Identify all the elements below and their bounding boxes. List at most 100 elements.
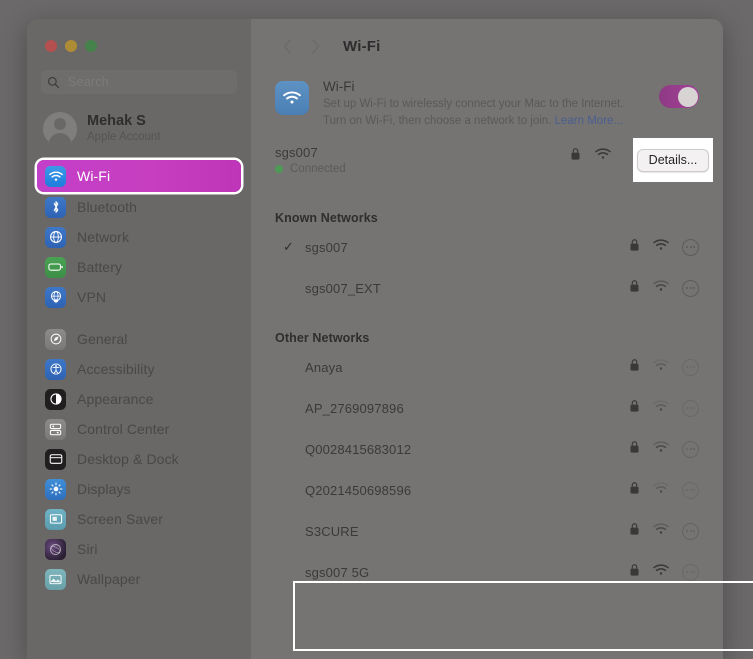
network-row[interactable]: sgs007_EXT: [275, 268, 699, 309]
wifi-signal-icon: [653, 279, 669, 297]
avatar: [43, 112, 77, 146]
general-icon: [45, 328, 66, 350]
accessibility-icon: [45, 358, 66, 380]
search-icon: [47, 76, 60, 89]
search-field[interactable]: Search: [41, 70, 237, 94]
screen: Search Mehak S Apple Account Wi-Fi Bluet…: [0, 0, 753, 659]
desktop-dock-icon: [45, 448, 66, 470]
wifi-toggle[interactable]: [659, 85, 699, 108]
wifi-signal-icon: [653, 563, 669, 581]
battery-icon: [45, 256, 66, 278]
sidebar-item-general[interactable]: General: [37, 324, 241, 354]
sidebar-item-battery[interactable]: Battery: [37, 252, 241, 282]
vpn-icon: [45, 286, 66, 308]
wifi-hero: Wi-Fi Set up Wi-Fi to wirelessly connect…: [275, 79, 699, 131]
sidebar-item-wi-fi[interactable]: Wi-Fi: [37, 160, 241, 192]
sidebar-item-label: Desktop & Dock: [77, 451, 179, 467]
close-button[interactable]: [45, 40, 57, 52]
wifi-hero-title: Wi-Fi: [323, 79, 355, 94]
maximize-button[interactable]: [85, 40, 97, 52]
lock-icon: [570, 147, 581, 166]
status-indicator-dot: [275, 164, 283, 173]
sidebar-item-wallpaper[interactable]: Wallpaper: [37, 564, 241, 594]
sidebar-item-screen-saver[interactable]: Screen Saver: [37, 504, 241, 534]
sidebar-item-siri[interactable]: Siri: [37, 534, 241, 564]
account-name: Mehak S: [87, 113, 146, 130]
network-row[interactable]: Q2021450698596: [275, 470, 699, 511]
wifi-signal-icon: [653, 481, 669, 499]
sidebar-item-label: Network: [77, 229, 130, 245]
wifi-signal-icon: [595, 147, 611, 165]
more-options-icon[interactable]: [682, 279, 699, 297]
sidebar-item-label: Wi-Fi: [77, 168, 111, 184]
more-options-icon[interactable]: [682, 358, 699, 376]
chevron-right-icon[interactable]: [303, 34, 327, 58]
wifi-signal-icon: [653, 440, 669, 458]
sidebar-item-label: Control Center: [77, 421, 170, 437]
sidebar-item-accessibility[interactable]: Accessibility: [37, 354, 241, 384]
lock-icon: [629, 481, 640, 500]
more-options-icon[interactable]: [682, 563, 699, 581]
details-button-highlight: Details...: [633, 138, 713, 182]
sidebar-item-desktop-and-dock[interactable]: Desktop & Dock: [37, 444, 241, 474]
other-networks-list: Anaya AP_2769097896 Q0028415683012 Q2021…: [275, 347, 699, 593]
wifi-signal-icon: [653, 399, 669, 417]
sidebar-item-appearance[interactable]: Appearance: [37, 384, 241, 414]
more-options-icon[interactable]: [682, 399, 699, 417]
chevron-left-icon[interactable]: [275, 34, 299, 58]
network-icon: [45, 226, 66, 248]
network-row[interactable]: Q0028415683012: [275, 429, 699, 470]
more-options-icon[interactable]: [682, 481, 699, 499]
sidebar: Search Mehak S Apple Account Wi-Fi Bluet…: [27, 19, 251, 659]
sidebar-item-control-center[interactable]: Control Center: [37, 414, 241, 444]
connection-status: Connected: [290, 162, 346, 175]
network-row[interactable]: S3CURE: [275, 511, 699, 552]
lock-icon: [629, 563, 640, 582]
network-ssid: sgs007: [305, 239, 348, 255]
wifi-hero-description: Set up Wi-Fi to wirelessly connect your …: [323, 96, 635, 131]
network-row[interactable]: Anaya: [275, 347, 699, 388]
sidebar-item-label: Bluetooth: [77, 199, 138, 215]
page-title: Wi-Fi: [343, 37, 381, 55]
network-row[interactable]: ✓ sgs007: [275, 227, 699, 268]
sidebar-item-label: Appearance: [77, 391, 154, 407]
network-ssid: S3CURE: [305, 523, 359, 539]
more-options-icon[interactable]: [682, 440, 699, 458]
sidebar-group-system: General Accessibility Appearance Control…: [37, 324, 241, 594]
minimize-button[interactable]: [65, 40, 77, 52]
search-placeholder: Search: [68, 75, 109, 89]
details-button[interactable]: Details...: [636, 148, 710, 172]
more-options-icon[interactable]: [682, 238, 699, 256]
wifi-toggle-knob: [677, 86, 698, 107]
control-center-icon: [45, 418, 66, 440]
wifi-icon: [45, 165, 66, 187]
sidebar-item-network[interactable]: Network: [37, 222, 241, 252]
sidebar-item-label: Accessibility: [77, 361, 155, 377]
lock-icon: [629, 358, 640, 377]
connected-ssid: sgs007: [275, 144, 318, 160]
more-options-icon[interactable]: [682, 522, 699, 540]
lock-icon: [629, 522, 640, 541]
sidebar-item-bluetooth[interactable]: Bluetooth: [37, 192, 241, 222]
wifi-signal-icon: [653, 358, 669, 376]
sidebar-nav: Wi-Fi Bluetooth Network Battery VPN Gene…: [37, 160, 241, 594]
learn-more-link[interactable]: Learn More...: [555, 115, 623, 127]
other-networks-heading: Other Networks: [275, 330, 370, 345]
sidebar-item-label: Wallpaper: [77, 571, 141, 587]
account-subtitle: Apple Account: [87, 131, 161, 144]
content-pane: Wi-Fi Wi-Fi Set up Wi-Fi to wirelessly c…: [251, 19, 723, 659]
wifi-icon: [275, 81, 309, 115]
sidebar-group-connectivity: Wi-Fi Bluetooth Network Battery VPN: [37, 160, 241, 312]
wifi-signal-icon: [653, 522, 669, 540]
toolbar: Wi-Fi: [275, 19, 699, 67]
checkmark-icon: ✓: [283, 239, 294, 254]
sidebar-item-vpn[interactable]: VPN: [37, 282, 241, 312]
network-row[interactable]: AP_2769097896: [275, 388, 699, 429]
apple-account-item[interactable]: Mehak S Apple Account: [43, 108, 241, 150]
sidebar-item-label: Siri: [77, 541, 98, 557]
lock-icon: [629, 440, 640, 459]
network-ssid: sgs007_EXT: [305, 280, 381, 296]
sidebar-item-displays[interactable]: Displays: [37, 474, 241, 504]
wallpaper-icon: [45, 568, 66, 590]
network-row[interactable]: sgs007 5G: [275, 552, 699, 593]
